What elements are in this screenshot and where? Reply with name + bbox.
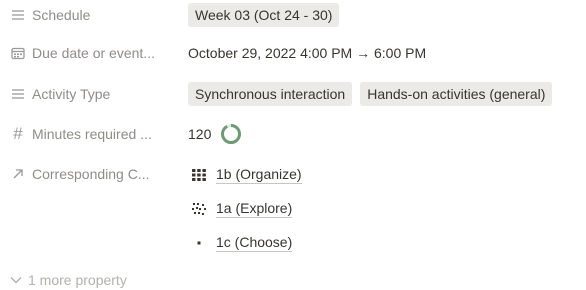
relation-item[interactable]: 1b (Organize) bbox=[188, 165, 302, 185]
due-date-value[interactable]: October 29, 2022 4:00 PM → 6:00 PM bbox=[188, 44, 426, 62]
minutes-value[interactable]: 120 bbox=[188, 122, 242, 146]
due-date-label: Due date or event... bbox=[32, 45, 155, 61]
dot-icon bbox=[188, 233, 210, 253]
list-icon bbox=[10, 9, 26, 21]
scatter-icon bbox=[188, 199, 210, 219]
relation-item[interactable]: 1c (Choose) bbox=[188, 233, 293, 253]
minutes-property-label[interactable]: # Minutes required ... bbox=[10, 124, 180, 144]
minutes-number: 120 bbox=[188, 126, 212, 142]
relation-label: 1c (Choose) bbox=[216, 234, 293, 252]
activity-tag[interactable]: Synchronous interaction bbox=[188, 82, 353, 106]
list-icon bbox=[10, 88, 26, 100]
minutes-label: Minutes required ... bbox=[32, 126, 152, 142]
schedule-property-label[interactable]: Schedule bbox=[10, 5, 180, 25]
relation-label: 1b (Organize) bbox=[216, 166, 302, 184]
calendar-icon bbox=[10, 47, 26, 60]
relation-label: 1a (Explore) bbox=[216, 200, 293, 218]
schedule-value[interactable]: Week 03 (Oct 24 - 30) bbox=[188, 3, 347, 27]
corresponding-label: Corresponding C... bbox=[32, 166, 150, 182]
activity-type-label: Activity Type bbox=[32, 86, 111, 102]
schedule-label: Schedule bbox=[32, 7, 91, 23]
more-properties-label: 1 more property bbox=[28, 272, 127, 288]
schedule-tag[interactable]: Week 03 (Oct 24 - 30) bbox=[188, 3, 340, 27]
progress-ring-icon bbox=[221, 124, 242, 144]
grid-icon bbox=[188, 165, 210, 185]
activity-type-property-label[interactable]: Activity Type bbox=[10, 84, 180, 104]
more-properties-toggle[interactable]: 1 more property bbox=[10, 272, 127, 288]
relation-item[interactable]: 1a (Explore) bbox=[188, 199, 293, 219]
chevron-down-icon bbox=[10, 276, 22, 284]
corresponding-property-label[interactable]: Corresponding C... bbox=[10, 164, 180, 184]
due-date-property-label[interactable]: Due date or event... bbox=[10, 43, 180, 63]
activity-type-value[interactable]: Synchronous interaction Hands-on activit… bbox=[188, 82, 560, 106]
relation-arrow-icon bbox=[10, 168, 26, 180]
activity-tag[interactable]: Hands-on activities (general) bbox=[360, 82, 553, 106]
due-date-text: October 29, 2022 4:00 PM → 6:00 PM bbox=[188, 45, 427, 61]
hash-icon: # bbox=[13, 124, 23, 143]
